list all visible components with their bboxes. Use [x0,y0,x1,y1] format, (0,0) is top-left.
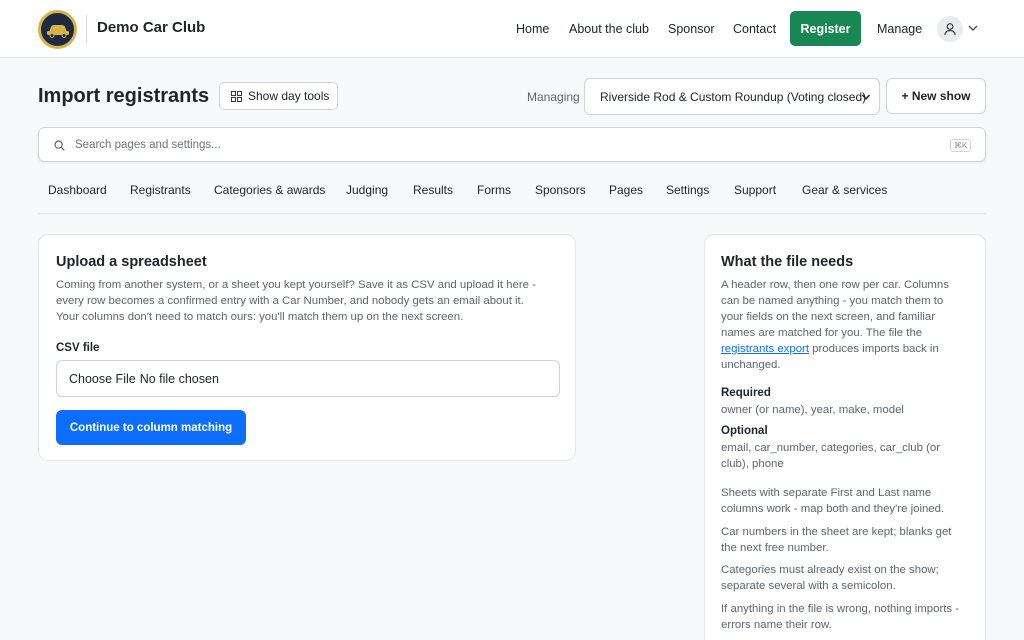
requirements-card-title: What the file needs [721,254,854,270]
chevron-down-icon [861,94,871,100]
optional-fields-line: club), phone [721,458,784,470]
upload-description-line: Your columns don't need to match ours: y… [56,311,464,323]
tab-pages[interactable]: Pages [609,183,643,197]
note-line: columns work - map both and they're join… [721,503,945,515]
tab-settings[interactable]: Settings [666,183,709,197]
tab-categories-awards[interactable]: Categories & awards [214,183,325,197]
requirements-intro-line: A header row, then one row per car. Colu… [721,279,949,291]
csv-file-label: CSV file [56,342,100,354]
note-line: If anything in the file is wrong, nothin… [721,603,960,615]
show-select-value: Riverside Rod & Custom Roundup (Voting c… [600,89,867,104]
optional-heading: Optional [721,425,768,437]
new-show-button[interactable]: + New show [886,78,986,114]
show-select[interactable]: Riverside Rod & Custom Roundup (Voting c… [584,78,880,115]
nav-about-link[interactable]: About the club [569,11,649,47]
requirements-intro-line: unchanged. [721,359,781,371]
continue-to-column-matching-button[interactable]: Continue to column matching [56,410,246,445]
tab-forms[interactable]: Forms [477,183,511,197]
nav-manage-link[interactable]: Manage [877,11,922,47]
tab-gear-services[interactable]: Gear & services [802,183,887,197]
top-navbar: Demo Car Club Home About the club Sponso… [0,0,1024,58]
search-icon [54,140,65,151]
club-logo-icon[interactable] [38,10,77,49]
chevron-down-icon[interactable] [967,22,979,34]
csv-file-input[interactable]: Choose File No file chosen [56,360,560,397]
brand-name[interactable]: Demo Car Club [97,19,205,36]
note-line: Categories must already exist on the sho… [721,564,939,576]
user-avatar[interactable] [937,16,963,42]
person-icon [944,23,956,36]
managing-label: Managing [527,90,580,104]
note-line: errors name their row. [721,619,832,631]
brand-divider [86,15,87,43]
registrants-export-link[interactable]: registrants export [721,343,809,355]
file-requirements-card: What the file needs A header row, then o… [704,234,986,640]
file-status-text: No file chosen [139,371,219,386]
search-bar: ⌘K [38,127,986,162]
admin-tabs: Dashboard Registrants Categories & award… [38,174,986,214]
optional-fields-line: email, car_number, categories, car_club … [721,442,941,454]
upload-description-line: Coming from another system, or a sheet y… [56,279,536,291]
nav-home-link[interactable]: Home [516,11,549,47]
after-link-text: produces imports back in [809,343,939,355]
upload-card-title: Upload a spreadsheet [56,254,207,270]
tab-judging[interactable]: Judging [346,183,388,197]
required-heading: Required [721,387,771,399]
choose-file-button[interactable]: Choose File [69,372,136,386]
show-day-tools-label: Show day tools [248,89,330,103]
note-line: separate several with a semicolon. [721,580,896,592]
nav-sponsor-link[interactable]: Sponsor [668,11,715,47]
required-fields: owner (or name), year, make, model [721,404,904,416]
requirements-intro-line: registrants export produces imports back… [721,341,939,357]
search-input[interactable] [75,128,935,161]
requirements-intro-line: your fields on the next screen, and fami… [721,311,936,323]
note-line: the next free number. [721,542,829,554]
tab-sponsors[interactable]: Sponsors [535,183,586,197]
upload-spreadsheet-card: Upload a spreadsheet Coming from another… [38,234,576,461]
show-day-tools-button[interactable]: Show day tools [219,82,338,110]
grid-icon [231,90,242,102]
tab-results[interactable]: Results [413,183,453,197]
register-button[interactable]: Register [790,11,861,46]
tab-support[interactable]: Support [734,183,776,197]
tab-registrants[interactable]: Registrants [130,183,191,197]
note-line: Sheets with separate First and Last name [721,487,932,499]
note-line: Car numbers in the sheet are kept; blank… [721,526,952,538]
tab-dashboard[interactable]: Dashboard [48,183,107,197]
requirements-intro-line: names are matched for you. The file the [721,327,923,339]
upload-description-line: every row becomes a confirmed entry with… [56,295,524,307]
car-icon [46,24,69,38]
requirements-intro-line: can be named anything - you match them t… [721,295,944,307]
keyboard-shortcut-badge: ⌘K [950,139,971,152]
page-title: Import registrants [38,85,210,107]
nav-contact-link[interactable]: Contact [733,11,776,47]
